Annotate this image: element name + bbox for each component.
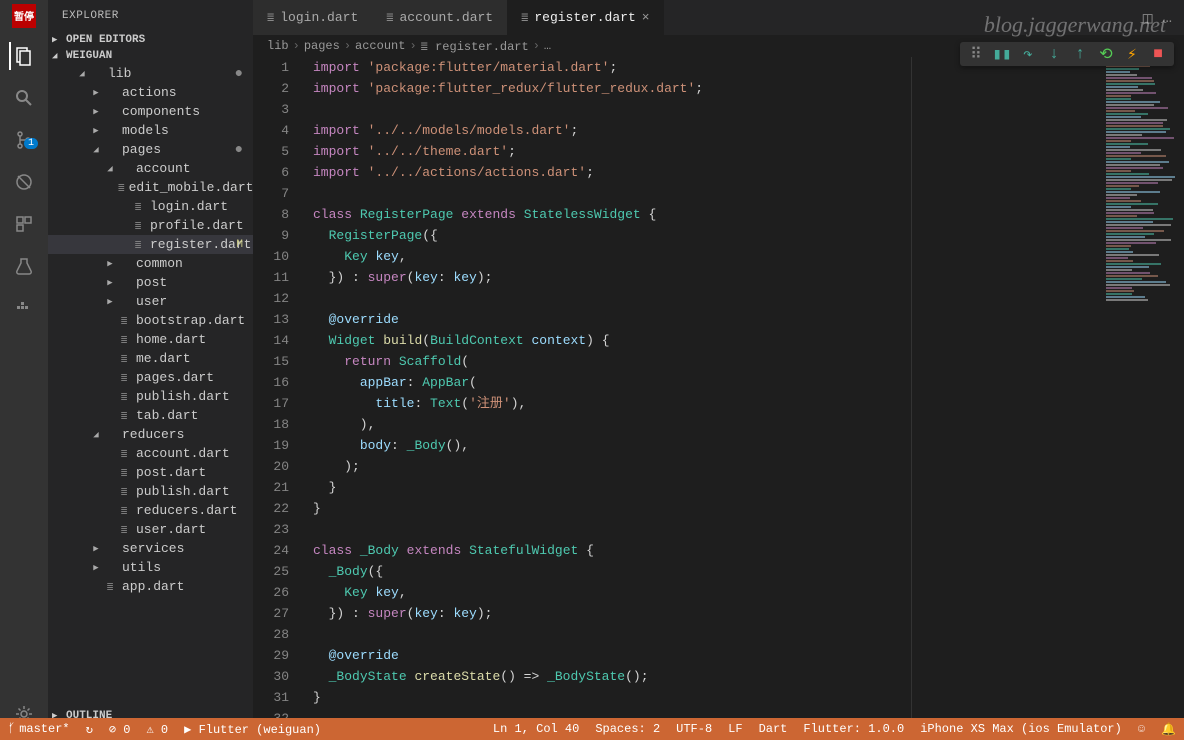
- status-errors[interactable]: ⊘ 0: [109, 722, 131, 737]
- app-logo: 暂停: [12, 4, 36, 28]
- file-post.dart[interactable]: ≣post.dart: [48, 463, 253, 482]
- status-branch[interactable]: ᚶ master*: [8, 722, 70, 736]
- status-encoding[interactable]: UTF-8: [676, 722, 712, 736]
- status-spaces[interactable]: Spaces: 2: [595, 722, 660, 736]
- file-edit_mobile.dart[interactable]: ≣edit_mobile.dart: [48, 178, 253, 197]
- line-numbers: 1234567891011121314151617181920212223242…: [253, 57, 301, 740]
- debug-restart-icon[interactable]: ⟲: [1098, 46, 1114, 62]
- file-home.dart[interactable]: ≣home.dart: [48, 330, 253, 349]
- file-publish.dart[interactable]: ≣publish.dart: [48, 482, 253, 501]
- file-me.dart[interactable]: ≣me.dart: [48, 349, 253, 368]
- breadcrumb-item[interactable]: ≣ register.dart: [421, 39, 529, 54]
- file-tab.dart[interactable]: ≣tab.dart: [48, 406, 253, 425]
- status-bell-icon[interactable]: 🔔: [1161, 722, 1176, 737]
- debug-icon[interactable]: [10, 168, 38, 196]
- explorer-icon[interactable]: [9, 42, 37, 70]
- breadcrumb-item[interactable]: lib: [267, 39, 289, 53]
- status-sync[interactable]: ↻: [86, 722, 93, 737]
- section-root[interactable]: ◢WEIGUAN: [48, 48, 253, 64]
- status-lang[interactable]: Dart: [759, 722, 788, 736]
- debug-toolbar: ⠿ ▮▮ ↷ ↓ ↑ ⟲ ⚡ ■: [960, 42, 1174, 66]
- code-content[interactable]: import 'package:flutter/material.dart';i…: [301, 57, 1104, 740]
- status-device[interactable]: iPhone XS Max (ios Emulator): [920, 722, 1122, 736]
- file-app.dart[interactable]: ≣app.dart: [48, 577, 253, 596]
- folder-models[interactable]: ▶models: [48, 121, 253, 140]
- folder-components[interactable]: ▶components: [48, 102, 253, 121]
- status-flutter[interactable]: Flutter: 1.0.0: [803, 722, 904, 736]
- file-tree: ◢lib●▶actions▶components▶models◢pages●◢a…: [48, 64, 253, 708]
- editor: 1234567891011121314151617181920212223242…: [253, 57, 1184, 740]
- folder-user[interactable]: ▶user: [48, 292, 253, 311]
- file-account.dart[interactable]: ≣account.dart: [48, 444, 253, 463]
- file-pages.dart[interactable]: ≣pages.dart: [48, 368, 253, 387]
- tab-account.dart[interactable]: ≣account.dart: [372, 0, 507, 35]
- folder-services[interactable]: ▶services: [48, 539, 253, 558]
- file-bootstrap.dart[interactable]: ≣bootstrap.dart: [48, 311, 253, 330]
- ruler: [911, 57, 912, 740]
- file-profile.dart[interactable]: ≣profile.dart: [48, 216, 253, 235]
- debug-step-into-icon[interactable]: ↓: [1046, 46, 1062, 62]
- file-publish.dart[interactable]: ≣publish.dart: [48, 387, 253, 406]
- tab-register.dart[interactable]: ≣register.dart×: [507, 0, 663, 35]
- search-icon[interactable]: [10, 84, 38, 112]
- breadcrumb-item[interactable]: account: [355, 39, 405, 53]
- debug-stop-icon[interactable]: ■: [1150, 46, 1166, 62]
- debug-pause-icon[interactable]: ▮▮: [994, 46, 1010, 62]
- editor-area: ≣login.dart≣account.dart≣register.dart×◫…: [253, 0, 1184, 740]
- watermark: blog.jaggerwang.net: [984, 12, 1166, 38]
- folder-reducers[interactable]: ◢reducers: [48, 425, 253, 444]
- section-open-editors[interactable]: ▶OPEN EDITORS: [48, 32, 253, 48]
- test-icon[interactable]: [10, 252, 38, 280]
- breadcrumb-item[interactable]: …: [544, 39, 551, 53]
- source-control-icon[interactable]: 1: [10, 126, 38, 154]
- sidebar: EXPLORER ▶OPEN EDITORS ◢WEIGUAN ◢lib●▶ac…: [48, 0, 253, 740]
- file-login.dart[interactable]: ≣login.dart: [48, 197, 253, 216]
- debug-hot-icon[interactable]: ⚡: [1124, 46, 1140, 62]
- status-eol[interactable]: LF: [728, 722, 742, 736]
- activity-bar: 暂停 1: [0, 0, 48, 740]
- status-run[interactable]: ▶ Flutter (weiguan): [184, 722, 321, 737]
- status-position[interactable]: Ln 1, Col 40: [493, 722, 579, 736]
- folder-pages[interactable]: ◢pages●: [48, 140, 253, 159]
- close-icon[interactable]: ×: [642, 10, 650, 25]
- tab-login.dart[interactable]: ≣login.dart: [253, 0, 372, 35]
- file-reducers.dart[interactable]: ≣reducers.dart: [48, 501, 253, 520]
- file-register.dart[interactable]: ≣register.dartM: [48, 235, 253, 254]
- status-bar: ᚶ master* ↻ ⊘ 0 ⚠ 0 ▶ Flutter (weiguan) …: [0, 718, 1184, 740]
- folder-actions[interactable]: ▶actions: [48, 83, 253, 102]
- folder-common[interactable]: ▶common: [48, 254, 253, 273]
- debug-step-out-icon[interactable]: ↑: [1072, 46, 1088, 62]
- extensions-icon[interactable]: [10, 210, 38, 238]
- docker-icon[interactable]: [10, 294, 38, 322]
- folder-account[interactable]: ◢account: [48, 159, 253, 178]
- file-user.dart[interactable]: ≣user.dart: [48, 520, 253, 539]
- debug-step-over-icon[interactable]: ↷: [1020, 46, 1036, 62]
- folder-lib[interactable]: ◢lib●: [48, 64, 253, 83]
- debug-drag-icon[interactable]: ⠿: [968, 46, 984, 62]
- breadcrumb-item[interactable]: pages: [304, 39, 340, 53]
- status-feedback-icon[interactable]: ☺: [1138, 722, 1145, 736]
- sidebar-title: EXPLORER: [48, 0, 253, 32]
- folder-utils[interactable]: ▶utils: [48, 558, 253, 577]
- folder-post[interactable]: ▶post: [48, 273, 253, 292]
- status-warnings[interactable]: ⚠ 0: [147, 722, 169, 737]
- minimap[interactable]: [1104, 57, 1184, 740]
